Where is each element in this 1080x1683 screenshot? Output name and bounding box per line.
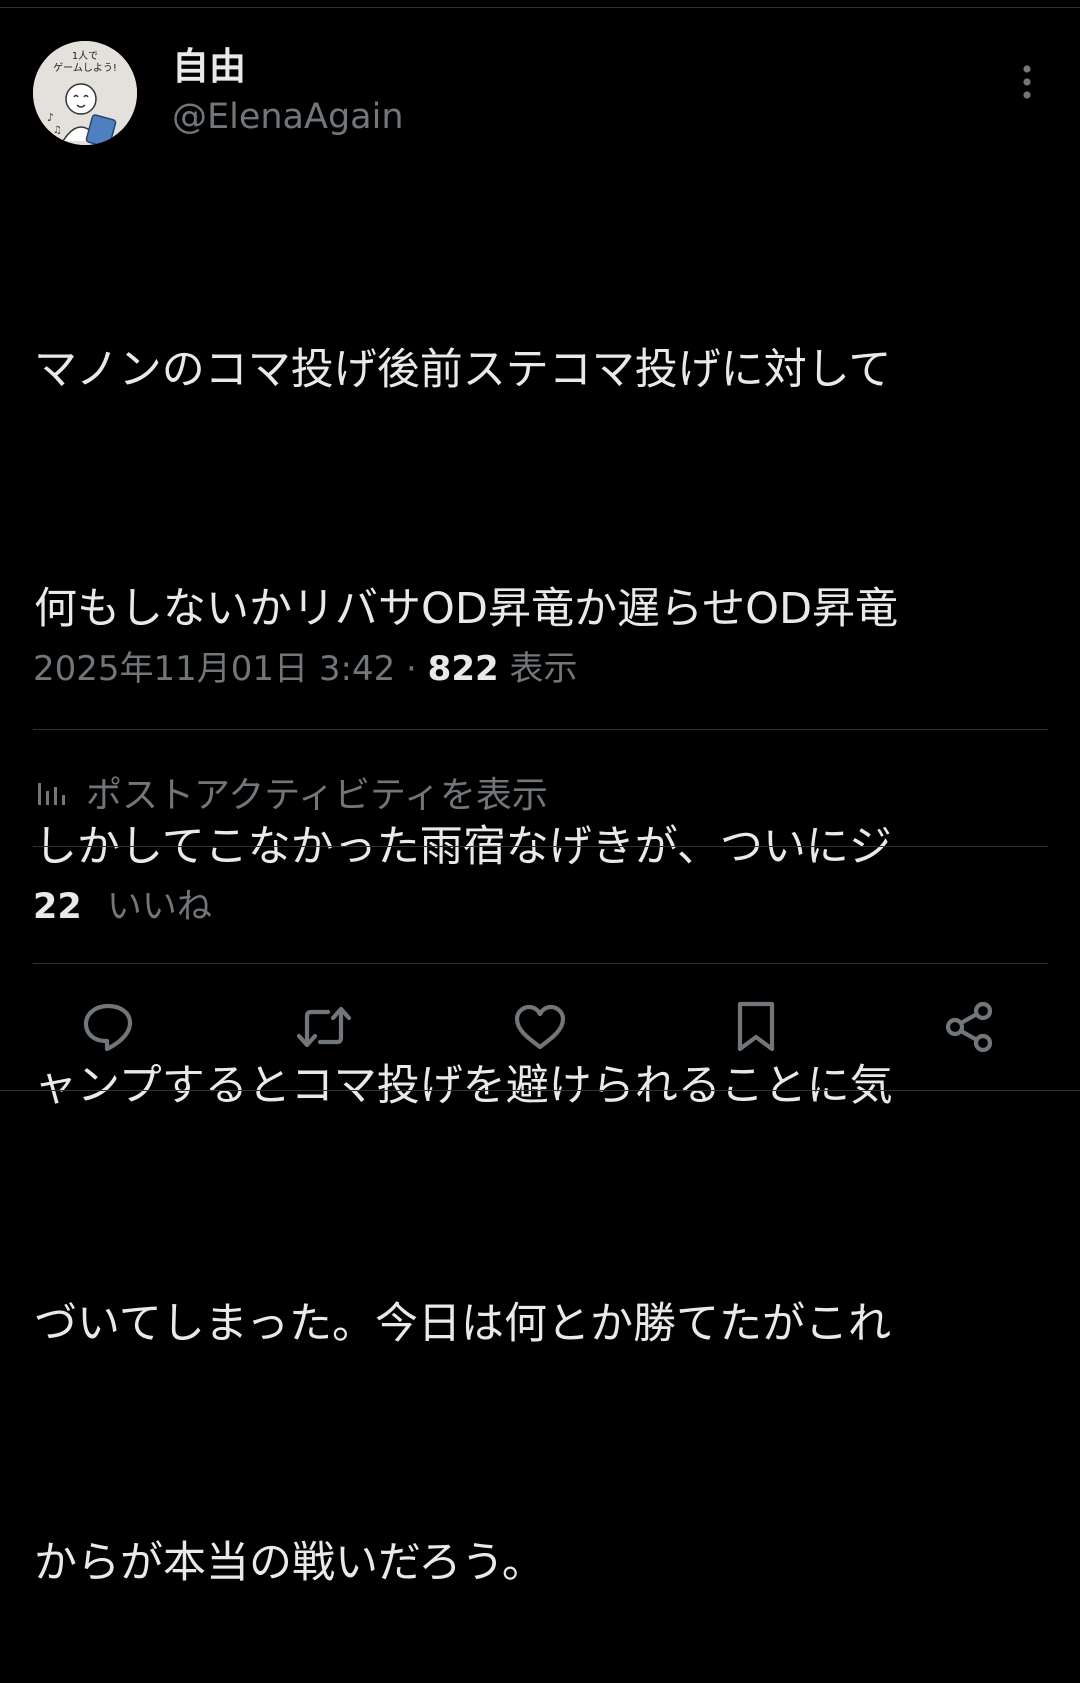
divider	[33, 729, 1048, 730]
views-count: 822	[427, 649, 499, 689]
reply-button[interactable]	[76, 995, 140, 1059]
divider	[33, 963, 1048, 964]
share-icon	[945, 1001, 993, 1053]
tweet-text-line: からが本当の戦いだろう。	[34, 1537, 545, 1588]
view-post-activity-button[interactable]: ポストアクティビティを表示	[36, 765, 548, 819]
repost-icon	[296, 1006, 352, 1048]
like-button[interactable]	[508, 995, 572, 1059]
avatar-drawing: 1人で ゲームしよう! ♪ ♫	[33, 41, 137, 145]
view-post-activity-label: ポストアクティビティを表示	[86, 775, 548, 816]
avatar-caption-line1: 1人で	[72, 50, 98, 62]
bar-chart-icon	[36, 777, 68, 807]
divider	[33, 846, 1048, 847]
tweet-text-line: 何もしないかリバサOD昇竜か遅らせOD昇竜	[34, 583, 899, 634]
repost-button[interactable]	[292, 995, 356, 1059]
share-button[interactable]	[938, 995, 1002, 1059]
bookmark-button[interactable]	[724, 995, 788, 1059]
more-icon	[1023, 65, 1031, 99]
svg-text:♪: ♪	[47, 111, 54, 124]
tweet-meta: 2025年11月01日 3:42 · 822 表示	[33, 644, 577, 694]
bookmark-icon	[737, 1001, 775, 1052]
timestamp[interactable]: 2025年11月01日 3:42	[33, 649, 395, 689]
tweet-text-line: づいてしまった。今日は何とか勝てたがこれ	[34, 1299, 891, 1349]
more-options-button[interactable]	[1006, 60, 1048, 104]
avatar[interactable]: 1人で ゲームしよう! ♪ ♫	[33, 41, 137, 145]
reply-icon	[83, 1003, 133, 1052]
tweet-text-line: マノンのコマ投げ後前ステコマ投げに対して	[34, 345, 892, 395]
likes-count: 22	[33, 887, 82, 927]
likes-label: いいね	[106, 887, 212, 927]
tweet-text-line: しかしてこなかった雨宿なげきが、ついにジ	[34, 822, 892, 872]
heart-icon	[514, 1004, 566, 1050]
svg-text:♫: ♫	[53, 125, 62, 136]
bottom-divider	[0, 1090, 1080, 1091]
avatar-caption-line2: ゲームしよう!	[53, 62, 117, 74]
user-handle[interactable]: @ElenaAgain	[172, 94, 404, 140]
action-bar	[0, 995, 1080, 1059]
meta-separator: ·	[406, 649, 417, 689]
top-divider	[0, 7, 1080, 8]
likes-summary[interactable]: 22 いいね	[33, 882, 212, 932]
views-label: 表示	[509, 649, 578, 689]
display-name[interactable]: 自由	[172, 42, 246, 92]
